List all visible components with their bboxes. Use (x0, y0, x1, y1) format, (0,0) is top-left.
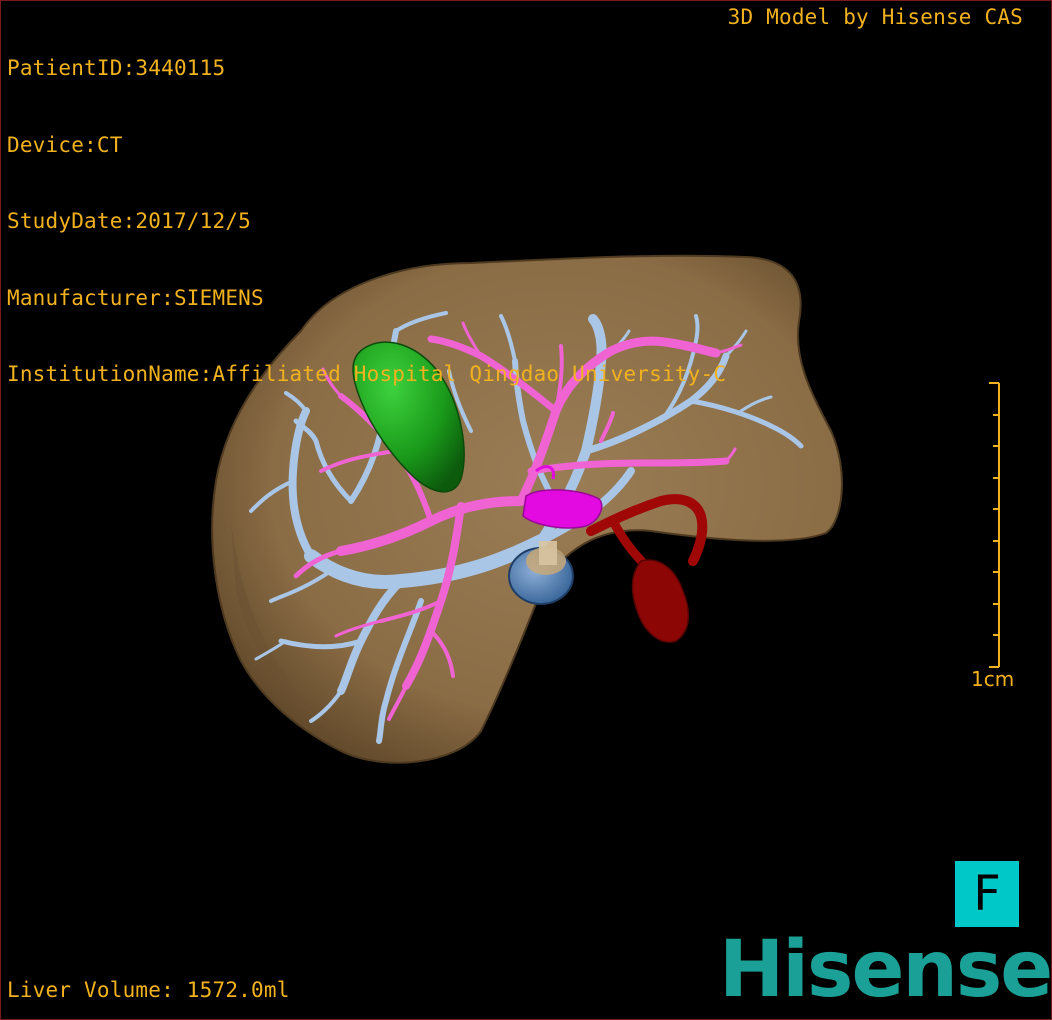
scale-bar-label: 1cm (971, 667, 1015, 691)
hisense-logo: Hisense (719, 925, 1052, 1015)
3d-viewport[interactable]: PatientID:3440115 Device:CT StudyDate:20… (0, 0, 1052, 1020)
patient-info-overlay: PatientID:3440115 Device:CT StudyDate:20… (7, 5, 726, 439)
liver-volume: Liver Volume: 1572.0ml (7, 978, 290, 1002)
manufacturer: Manufacturer:SIEMENS (7, 285, 264, 310)
scale-bar (989, 382, 1000, 668)
patient-id: PatientID:3440115 (7, 56, 226, 80)
device: Device:CT (7, 132, 123, 157)
orientation-label: F (973, 866, 1001, 922)
model-credit: 3D Model by Hisense CAS (727, 5, 1023, 29)
institution-name: InstitutionName:Affiliated Hospital Qing… (7, 362, 727, 386)
orientation-cube-icon[interactable]: F (955, 861, 1019, 927)
study-date: StudyDate:2017/12/5 (7, 209, 252, 233)
